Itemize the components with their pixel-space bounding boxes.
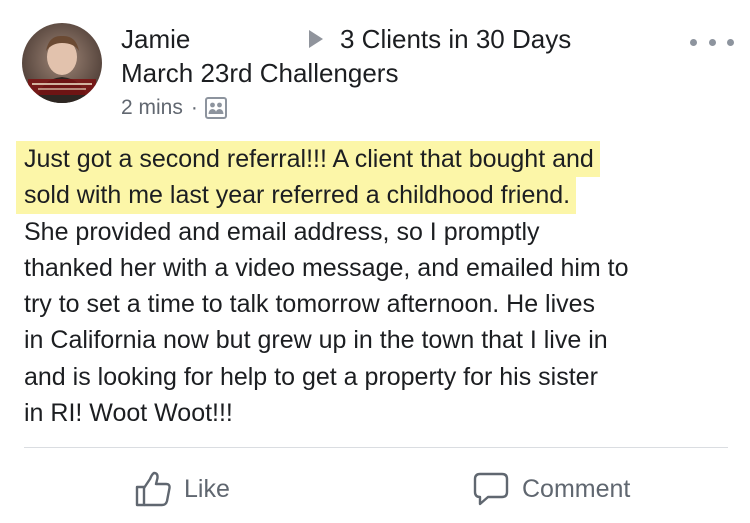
group-name-continued[interactable]: March 23rd Challengers xyxy=(121,57,398,89)
comment-button[interactable]: Comment xyxy=(472,468,630,510)
highlighted-text: Just got a second referral!!! A client t… xyxy=(16,141,600,178)
body-line: in California now but grew up in the tow… xyxy=(24,326,608,355)
post-meta: 2 mins · xyxy=(121,94,227,122)
body-line: sold with me last year referred a childh… xyxy=(16,177,734,214)
highlighted-text: sold with me last year referred a childh… xyxy=(16,177,577,214)
body-line: and is looking for help to get a propert… xyxy=(24,362,598,391)
body-line: Just got a second referral!!! A client t… xyxy=(16,141,734,178)
divider xyxy=(24,447,728,448)
group-name[interactable]: 3 Clients in 30 Days xyxy=(340,23,571,55)
timestamp[interactable]: 2 mins xyxy=(121,96,183,120)
profile-photo xyxy=(22,23,102,103)
more-options-icon[interactable] xyxy=(690,32,734,52)
thumbs-up-icon xyxy=(135,471,171,507)
comment-bubble-icon xyxy=(473,472,509,506)
body-line: She provided and email address, so I pro… xyxy=(24,217,540,246)
comment-label: Comment xyxy=(522,474,631,503)
like-label: Like xyxy=(184,474,230,503)
group-audience-icon[interactable] xyxy=(204,97,227,119)
more-dot xyxy=(690,38,697,46)
group-arrow-icon xyxy=(309,30,323,48)
like-button[interactable]: Like xyxy=(134,468,230,510)
more-dot xyxy=(708,38,716,46)
body-line: try to set a time to talk tomorrow after… xyxy=(24,290,596,319)
body-line: thanked her with a video message, and em… xyxy=(24,253,629,282)
avatar[interactable] xyxy=(22,23,102,103)
meta-separator: · xyxy=(190,96,198,119)
feed-post: Jamie 3 Clients in 30 Days March 23rd Ch… xyxy=(0,0,750,523)
more-dot xyxy=(727,38,734,46)
body-line: in RI! Woot Woot!!! xyxy=(24,399,233,428)
post-body: Just got a second referral!!! A client t… xyxy=(16,141,734,431)
author-name[interactable]: Jamie xyxy=(121,23,190,55)
